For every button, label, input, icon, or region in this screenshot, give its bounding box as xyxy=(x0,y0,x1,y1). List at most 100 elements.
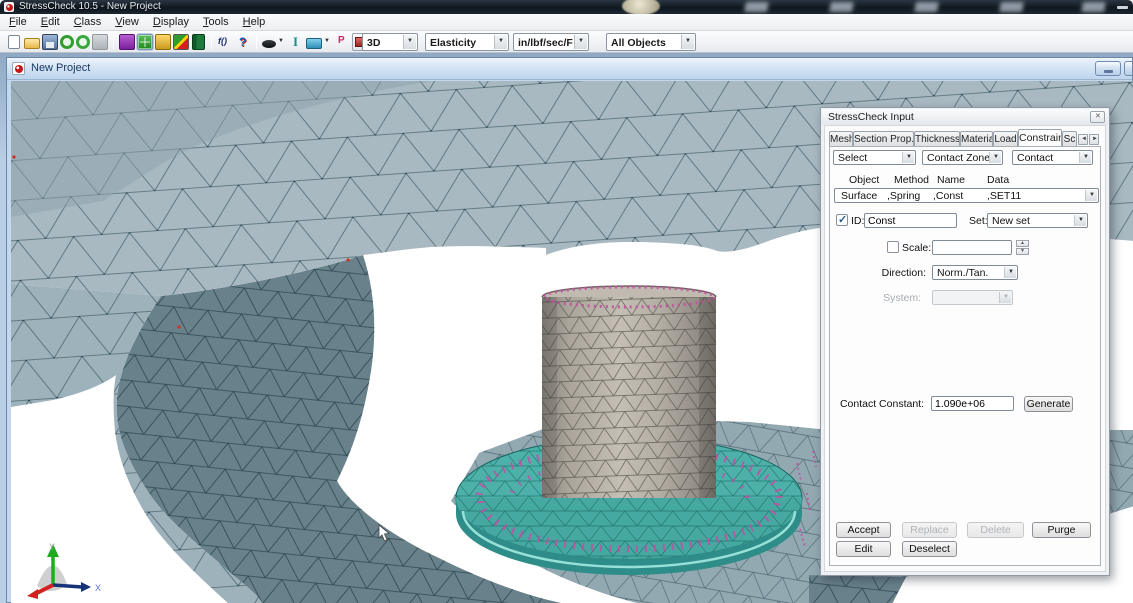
minimize-button[interactable] xyxy=(1117,6,1128,9)
ibeam-tool-icon[interactable] xyxy=(288,34,304,50)
menu-class[interactable]: Class xyxy=(67,15,109,29)
document-title: New Project xyxy=(31,62,90,74)
zone-select[interactable]: Contact Zone xyxy=(922,150,1003,165)
chevron-down-icon xyxy=(574,35,587,49)
stresscheck-input-dialog: StressCheck Input Mesh Section Prop. Thi… xyxy=(820,107,1110,576)
help-icon[interactable] xyxy=(235,34,251,50)
mode-select[interactable]: Elasticity xyxy=(425,33,509,51)
tab-thickness[interactable]: Thickness xyxy=(914,131,960,146)
toolbar-separator xyxy=(211,35,212,49)
open-project-icon[interactable] xyxy=(24,38,40,49)
save-icon[interactable] xyxy=(42,34,58,50)
app-logo-icon xyxy=(4,2,14,12)
chevron-down-icon xyxy=(403,35,416,49)
set-select[interactable]: New set xyxy=(987,213,1088,228)
tab-section-prop[interactable]: Section Prop. xyxy=(853,131,914,146)
scale-input[interactable] xyxy=(932,240,1012,255)
record-cell-name: ,Const xyxy=(933,190,963,202)
tab-scroll-right-icon[interactable] xyxy=(1089,134,1099,145)
minimize-icon xyxy=(1104,70,1113,73)
mesh-view-icon[interactable] xyxy=(137,34,153,50)
menu-display[interactable]: Display xyxy=(146,15,196,29)
tab-scroll-left-icon[interactable] xyxy=(1078,134,1088,145)
spinner-up-icon[interactable] xyxy=(1016,240,1029,247)
record-header-data: Data xyxy=(987,174,1009,186)
menu-tools[interactable]: Tools xyxy=(196,15,236,29)
chevron-down-icon xyxy=(989,152,1001,163)
tab-solution[interactable]: Sc xyxy=(1062,131,1077,146)
delete-button[interactable]: Delete xyxy=(967,522,1024,538)
spinner-down-icon[interactable] xyxy=(1016,248,1029,255)
toolbar-icons xyxy=(6,33,410,51)
menu-edit[interactable]: Edit xyxy=(34,15,67,29)
system-label: System: xyxy=(850,292,921,304)
direction-select[interactable]: Norm./Tan. xyxy=(932,265,1018,280)
tab-load[interactable]: Load xyxy=(993,131,1018,146)
export-icon[interactable] xyxy=(76,35,90,49)
toolbar-separator xyxy=(256,35,257,49)
chevron-down-icon[interactable] xyxy=(324,34,332,50)
record-cell-method: ,Spring xyxy=(887,190,920,202)
deselect-button[interactable]: Deselect xyxy=(902,541,957,557)
record-cell-data: ,SET11 xyxy=(987,190,1021,202)
new-file-icon[interactable] xyxy=(8,35,20,49)
print-icon[interactable] xyxy=(92,34,108,50)
checks-icon[interactable] xyxy=(173,34,189,50)
document-icon xyxy=(12,62,25,75)
record-header-method: Method xyxy=(894,174,929,186)
folder-tool-icon[interactable] xyxy=(306,38,322,49)
tab-constraint[interactable]: Constraint xyxy=(1018,129,1062,146)
dialog-tabs: Mesh Section Prop. Thickness Material Lo… xyxy=(825,129,1105,146)
accept-button[interactable]: Accept xyxy=(836,522,891,538)
purge-button[interactable]: Purge xyxy=(1032,522,1091,538)
titlebar-reflection xyxy=(829,2,853,12)
record-cell-object: Surface xyxy=(841,190,877,202)
record-header-object: Object xyxy=(849,174,879,186)
class-palette-icon[interactable] xyxy=(119,34,135,50)
library-icon[interactable] xyxy=(192,34,205,50)
generate-button[interactable]: Generate xyxy=(1024,396,1073,412)
edit-button[interactable]: Edit xyxy=(836,541,891,557)
pin-cylinder-mesh xyxy=(542,286,716,507)
triad-x-label: X xyxy=(95,583,101,593)
scale-checkbox[interactable] xyxy=(887,241,899,253)
id-input[interactable] xyxy=(864,213,957,228)
formula-icon[interactable] xyxy=(217,34,233,50)
geometry-view-icon[interactable] xyxy=(155,34,171,50)
chevron-down-icon[interactable] xyxy=(278,34,286,50)
type-select[interactable]: Contact xyxy=(1012,150,1093,165)
dimension-select[interactable]: 3D xyxy=(362,33,418,51)
dialog-titlebar[interactable]: StressCheck Input xyxy=(822,109,1108,125)
glow-orb xyxy=(622,0,660,14)
units-select[interactable]: in/lbf/sec/F xyxy=(513,33,589,51)
titlebar-reflection xyxy=(744,2,768,12)
contact-constant-label: Contact Constant: xyxy=(836,398,924,410)
close-icon[interactable] xyxy=(1090,111,1105,123)
tab-mesh[interactable]: Mesh xyxy=(829,131,853,146)
method-select[interactable]: Select xyxy=(833,150,916,165)
contact-constant-input[interactable] xyxy=(931,396,1014,411)
id-checkbox[interactable] xyxy=(836,214,848,226)
set-label: Set: xyxy=(969,215,988,227)
application-window: StressCheck 10.5 - New Project File Edit… xyxy=(0,0,1133,603)
dialog-body: Mesh Section Prop. Thickness Material Lo… xyxy=(824,125,1106,572)
selection-filter-select[interactable]: All Objects xyxy=(606,33,696,51)
id-label: ID: xyxy=(851,215,864,227)
import-icon[interactable] xyxy=(60,35,74,49)
menu-file[interactable]: File xyxy=(2,15,34,29)
document-maximize-button[interactable] xyxy=(1124,61,1132,76)
record-select[interactable]: Surface ,Spring ,Const ,SET11 xyxy=(834,188,1099,203)
titlebar-reflection xyxy=(1081,2,1105,12)
direction-label: Direction: xyxy=(850,267,926,279)
document-minimize-button[interactable] xyxy=(1095,61,1121,76)
scale-stepper[interactable] xyxy=(1016,240,1029,255)
points-tool-icon[interactable] xyxy=(334,34,350,50)
tab-material[interactable]: Material xyxy=(960,131,993,146)
menu-view[interactable]: View xyxy=(108,15,146,29)
replace-button[interactable]: Replace xyxy=(902,522,957,538)
window-title: StressCheck 10.5 - New Project xyxy=(19,1,161,12)
draw-tool-icon[interactable] xyxy=(262,40,276,48)
menu-help[interactable]: Help xyxy=(236,15,273,29)
system-select[interactable] xyxy=(932,290,1013,305)
document-titlebar[interactable]: New Project xyxy=(7,58,1132,80)
